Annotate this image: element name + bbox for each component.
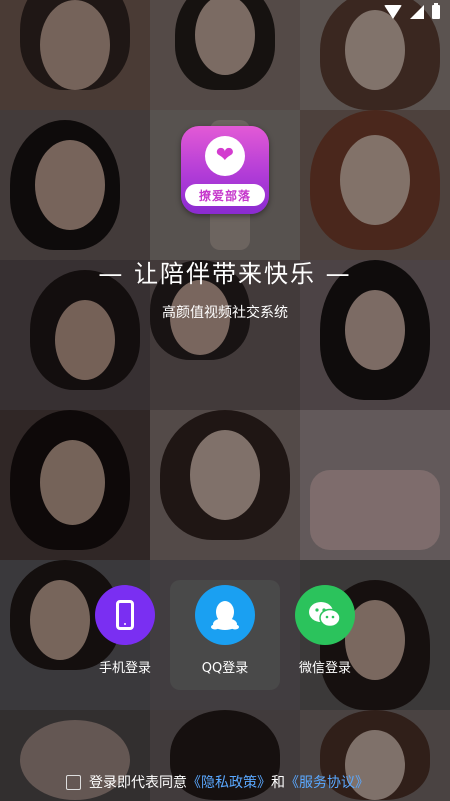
slogan: — 让陪伴带来快乐 — (98, 260, 352, 288)
wechat-login-button[interactable]: 微信登录 (285, 585, 365, 676)
app-logo: ❤ 撩爱部落 (181, 126, 269, 214)
logo-text: 撩爱部落 (198, 188, 251, 203)
qq-login-button[interactable]: QQ登录 (185, 585, 265, 676)
wechat-login-circle[interactable] (295, 585, 355, 645)
dim-overlay (0, 0, 450, 801)
subtitle: 高颜值视频社交系统 (162, 305, 288, 321)
agreement-row: 登录即代表同意 《隐私政策》 和 《服务协议》 (66, 772, 369, 792)
agree-checkbox[interactable] (66, 774, 81, 790)
phone-login-button[interactable]: 手机登录 (85, 585, 165, 676)
qq-login-label: QQ登录 (201, 661, 249, 676)
wechat-login-label: 微信登录 (298, 661, 351, 676)
agreement-prefix: 登录即代表同意 (89, 775, 187, 791)
login-screen: ❤ 撩爱部落 — 让陪伴带来快乐 — 高颜值视频社交系统 手机登录 QQ登录 微… (0, 0, 450, 801)
heart-hand-icon: ❤ (205, 136, 245, 176)
service-agreement-link[interactable]: 《服务协议》 (285, 772, 369, 792)
qq-login-circle[interactable] (195, 585, 255, 645)
agreement-and: 和 (271, 775, 285, 791)
phone-login-circle[interactable] (95, 585, 155, 645)
wechat-icon (309, 602, 341, 628)
wifi-icon (384, 5, 402, 19)
phone-login-label: 手机登录 (98, 661, 151, 676)
qq-penguin-icon (211, 601, 239, 630)
battery-icon (432, 3, 440, 19)
privacy-policy-link[interactable]: 《隐私政策》 (187, 772, 271, 792)
signal-icon (410, 5, 424, 19)
logo-ribbon: 撩爱部落 (185, 184, 265, 206)
phone-icon (116, 600, 134, 630)
status-bar (0, 0, 450, 28)
